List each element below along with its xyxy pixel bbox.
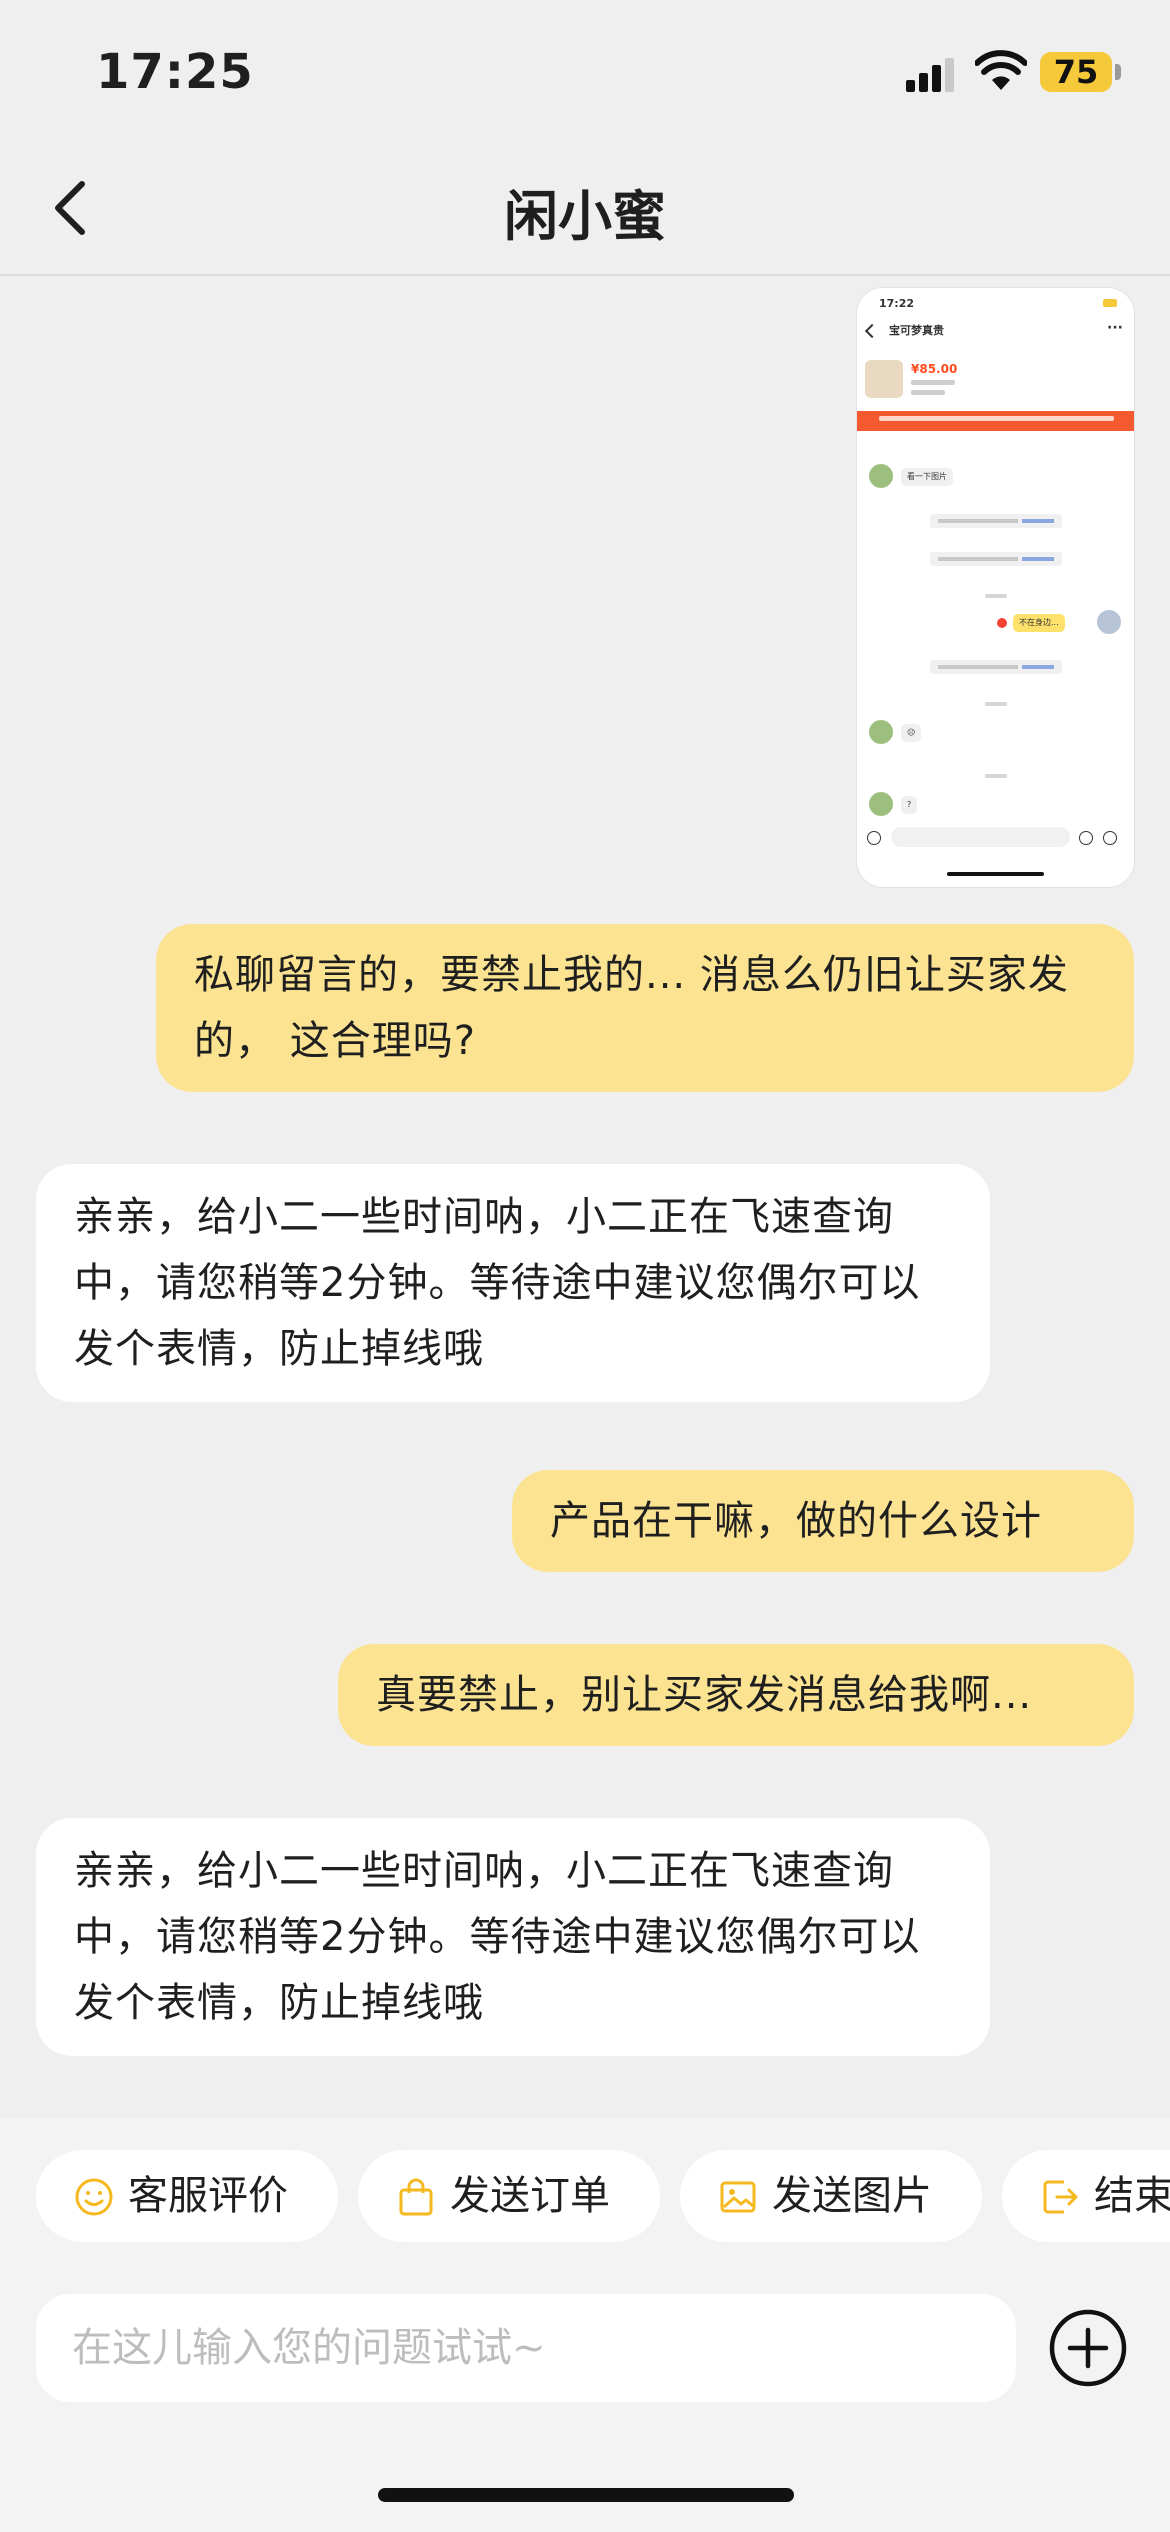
plus-icon[interactable] <box>1048 2308 1128 2388</box>
thumb-avatar <box>869 792 893 816</box>
thumb-warning-banner <box>857 411 1134 431</box>
image-icon <box>720 2181 756 2213</box>
thumb-time: 17:22 <box>879 297 915 310</box>
user-message: 产品在干嘛，做的什么设计 <box>512 1470 1134 1572</box>
smile-icon <box>75 2178 113 2216</box>
chip-send-image[interactable]: 发送图片 <box>680 2150 982 2242</box>
thumb-product-image <box>865 360 903 398</box>
thumb-timestamp <box>985 774 1007 778</box>
status-time: 17:25 <box>96 44 254 100</box>
page-title: 闲小蜜 <box>504 185 666 248</box>
user-message: 真要禁止，别让买家发消息给我啊... <box>338 1644 1134 1746</box>
thumb-plus-icon <box>1103 831 1117 845</box>
battery-level: 75 <box>1053 53 1099 91</box>
thumb-avatar <box>869 720 893 744</box>
thumb-emoji-icon <box>1079 831 1093 845</box>
agent-message: 亲亲，给小二一些时间呐，小二正在飞速查询中，请您稍等2分钟。等待途中建议您偶尔可… <box>36 1818 990 2056</box>
chip-label: 客服评价 <box>128 2173 288 2219</box>
thumb-avatar <box>869 464 893 488</box>
agent-message: 亲亲，给小二一些时间呐，小二正在飞速查询中，请您稍等2分钟。等待途中建议您偶尔可… <box>36 1164 990 1402</box>
message-input[interactable] <box>36 2294 1016 2402</box>
thumb-avatar-self <box>1097 610 1121 634</box>
chip-label: 结束 <box>1094 2173 1170 2219</box>
thumb-price: ¥85.00 <box>911 362 958 376</box>
bag-icon <box>399 2178 433 2216</box>
thumb-timestamp <box>985 702 1007 706</box>
thumb-back-icon <box>864 323 880 339</box>
thumb-mic-icon <box>867 831 881 845</box>
chip-send-order[interactable]: 发送订单 <box>358 2150 660 2242</box>
thumb-system-note <box>930 514 1062 528</box>
chip-rate-service[interactable]: 客服评价 <box>36 2150 338 2242</box>
thumb-bubble-self: 不在身边... <box>1013 614 1065 632</box>
thumb-title: 宝可梦真贵 <box>889 324 944 337</box>
nav-bar: 闲小蜜 <box>0 140 1170 276</box>
thumb-more-icon: ··· <box>1107 320 1123 336</box>
signal-icon <box>906 56 956 92</box>
thumb-system-note <box>930 552 1062 566</box>
chip-label: 发送图片 <box>772 2173 932 2219</box>
chip-label: 发送订单 <box>450 2173 610 2219</box>
thumb-bubble: ? <box>901 796 918 814</box>
thumb-home-indicator <box>947 872 1044 876</box>
thumb-bubble: 看一下图片 <box>901 468 953 486</box>
exit-icon <box>1043 2180 1078 2214</box>
wifi-icon <box>975 50 1027 90</box>
thumb-timestamp <box>985 594 1007 598</box>
screenshot-thumbnail[interactable]: 17:22 宝可梦真贵 ··· ¥85.00 看一下图片 不在身边... ☹ ? <box>857 288 1134 887</box>
thumb-battery-icon <box>1103 299 1117 307</box>
thumb-input <box>891 827 1070 847</box>
thumb-line <box>911 380 955 385</box>
chip-end-session[interactable]: 结束 <box>1002 2150 1170 2242</box>
home-indicator <box>378 2488 794 2502</box>
battery-tip <box>1115 64 1121 80</box>
status-bar: 17:25 75 <box>0 0 1170 140</box>
thumb-error-icon <box>997 618 1007 628</box>
battery-icon: 75 <box>1040 52 1112 92</box>
thumb-system-note <box>930 660 1062 674</box>
thumb-bubble: ☹ <box>901 724 922 742</box>
user-message: 私聊留言的，要禁止我的... 消息么仍旧让买家发的， 这合理吗? <box>156 924 1134 1092</box>
thumb-line <box>911 390 945 395</box>
